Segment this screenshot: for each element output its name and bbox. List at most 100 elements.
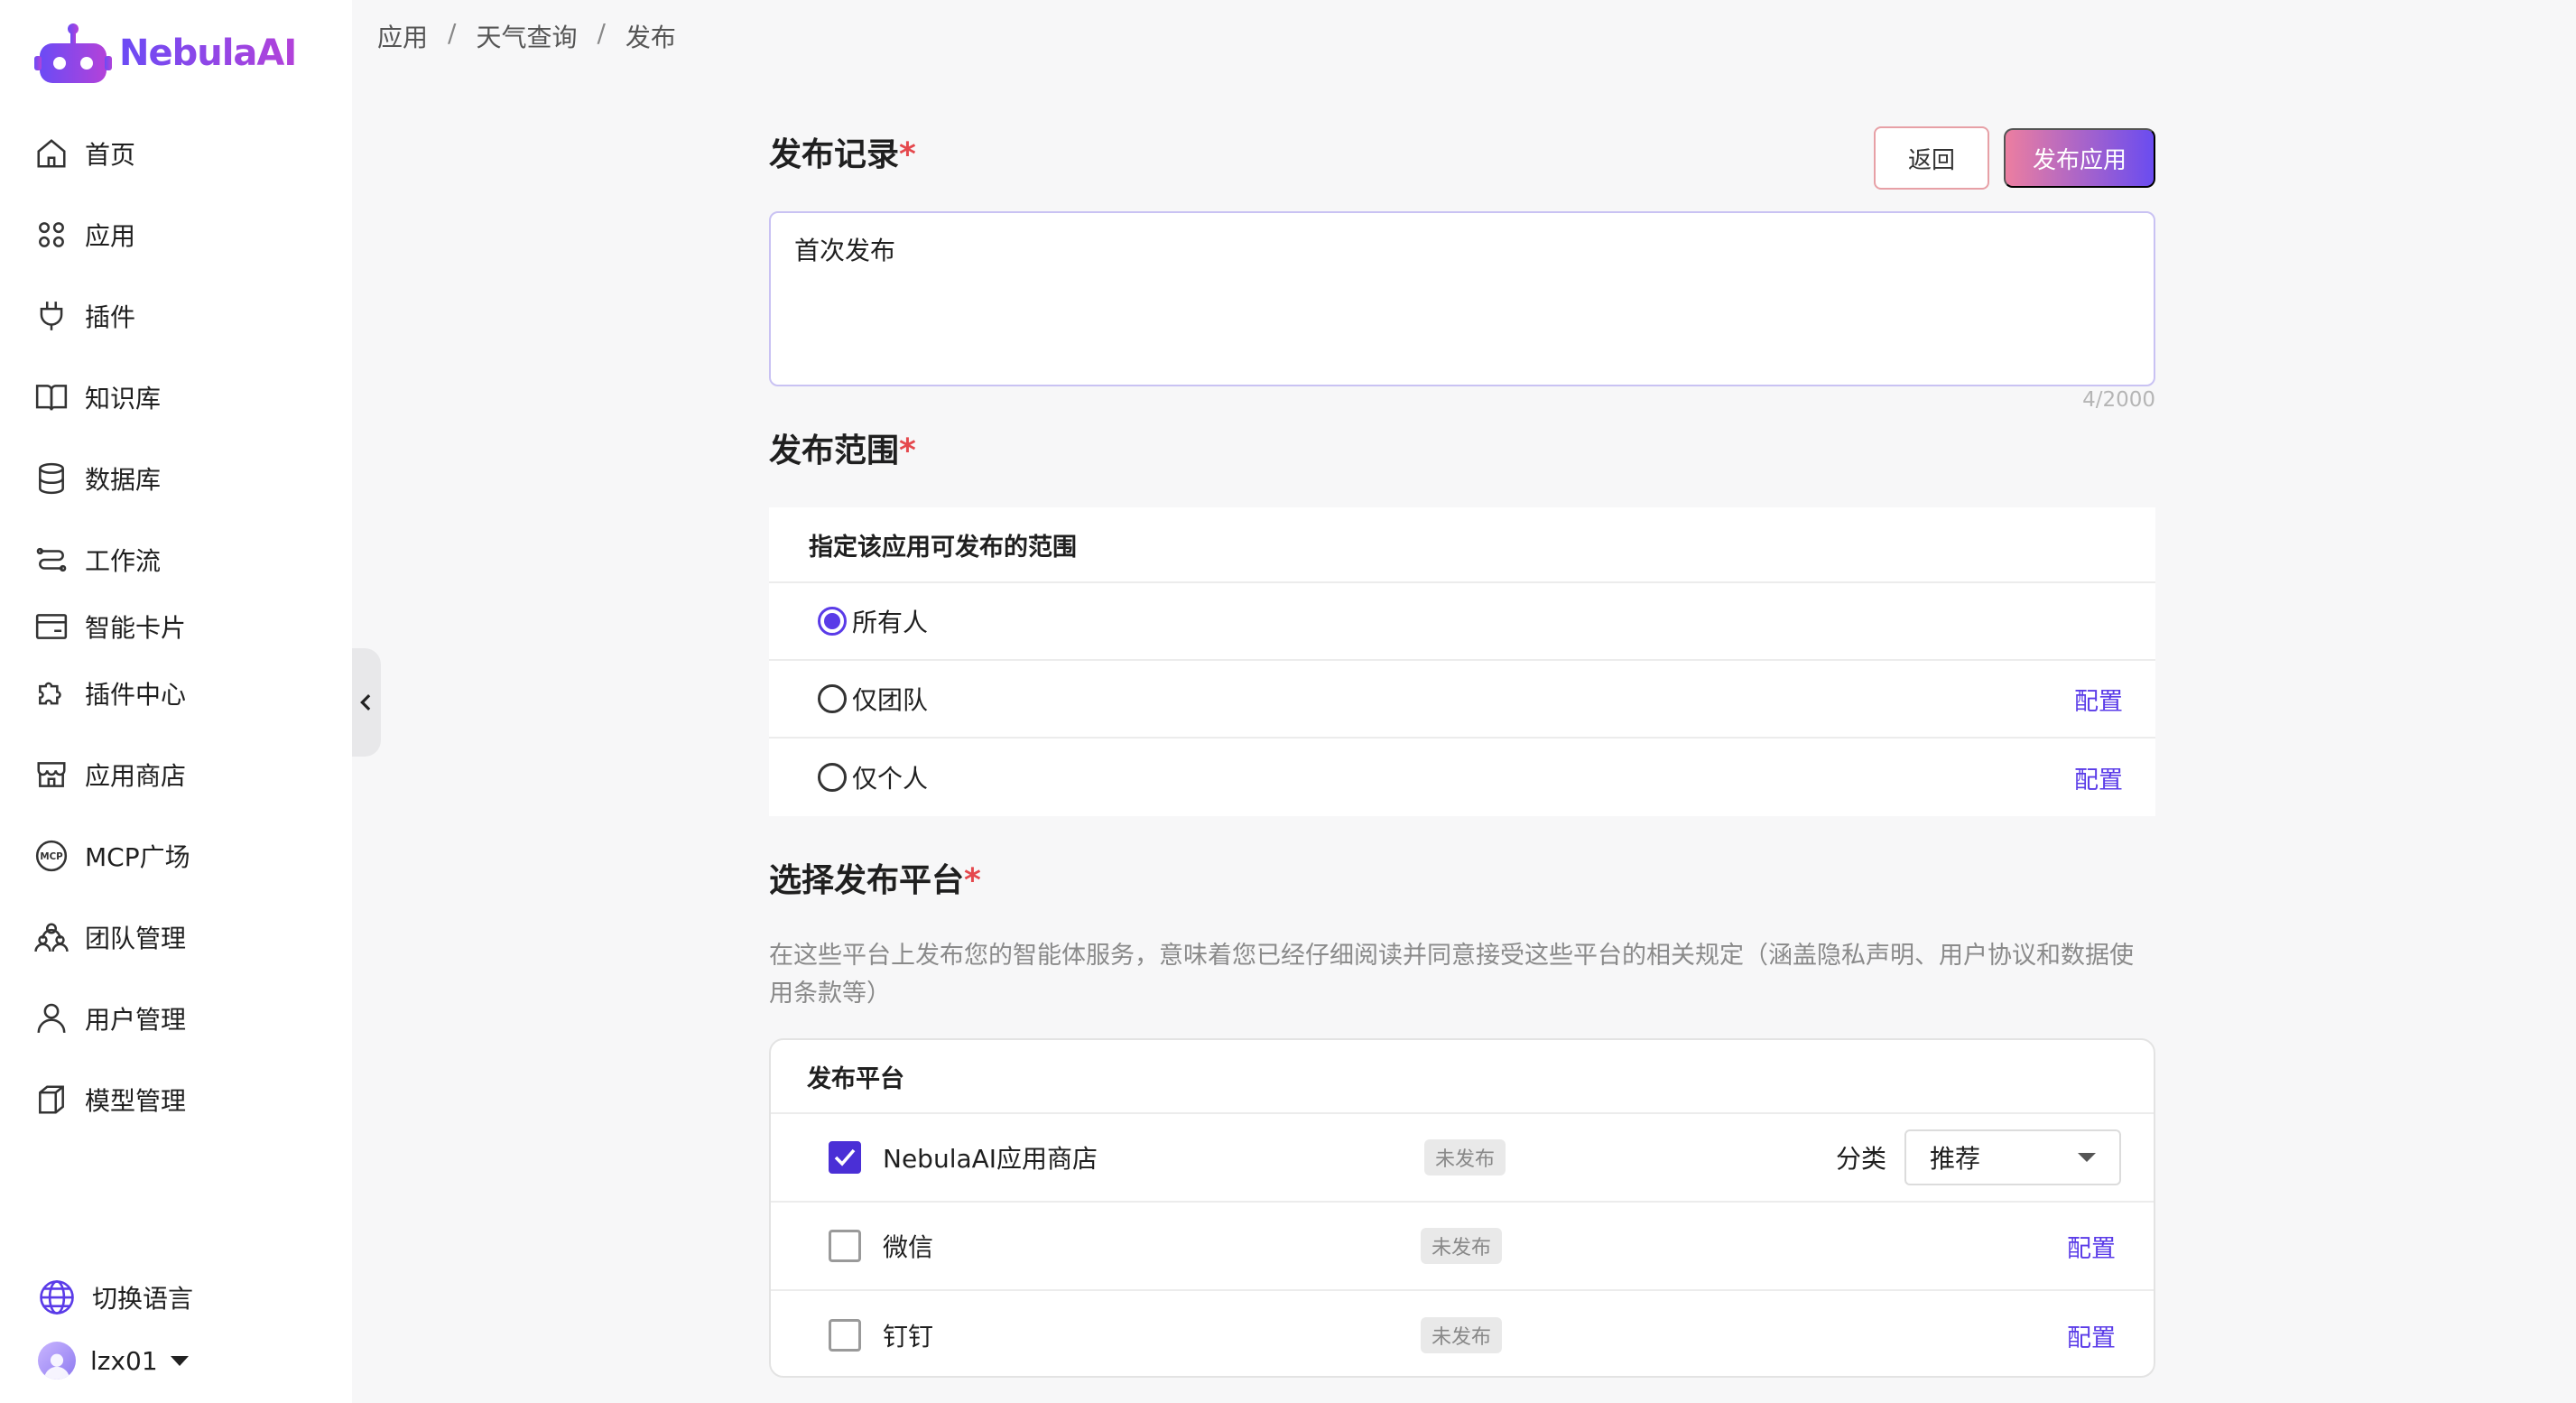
- language-label: 切换语言: [92, 1284, 194, 1314]
- breadcrumb: 应用 / 天气查询 / 发布: [377, 18, 676, 54]
- app-name: NebulaAI: [119, 33, 297, 74]
- caret-down-icon: [2078, 1153, 2096, 1162]
- required-mark: *: [899, 136, 916, 173]
- caret-down-icon: [170, 1355, 189, 1366]
- sidebar-item-label: 首页: [85, 140, 136, 170]
- category-select[interactable]: 推荐: [1904, 1129, 2121, 1185]
- breadcrumb-apps[interactable]: 应用: [377, 18, 428, 54]
- avatar: [38, 1342, 76, 1380]
- sidebar-item-team[interactable]: 团队管理: [34, 910, 323, 964]
- sidebar: NebulaAI 首页 应用 插件 知识库 数据库 工作流 智能卡片 插件中心 …: [0, 0, 352, 1403]
- check-icon: [834, 1148, 856, 1166]
- sidebar-item-mcp[interactable]: MCP MCP广场: [34, 829, 323, 883]
- scope-option-label: 仅团队: [852, 685, 929, 715]
- personal-config-link[interactable]: 配置: [2074, 760, 2123, 795]
- sidebar-item-smart-card[interactable]: 智能卡片: [34, 599, 323, 654]
- back-button[interactable]: 返回: [1874, 126, 1989, 190]
- scope-section-title: 发布范围*: [769, 424, 916, 471]
- sidebar-item-label: 插件中心: [85, 680, 187, 710]
- card-icon: [35, 614, 68, 639]
- record-title: 发布记录: [769, 136, 900, 173]
- char-counter: 4/2000: [2082, 388, 2155, 412]
- checkbox-checked[interactable]: [829, 1141, 861, 1174]
- platform-row-wechat: 微信 未发布 配置: [771, 1203, 2154, 1291]
- scope-option-label: 仅个人: [852, 764, 929, 794]
- category-label: 分类: [1836, 1144, 1887, 1174]
- apps-grid-icon: [39, 222, 64, 247]
- required-mark: *: [964, 862, 981, 899]
- status-badge: 未发布: [1421, 1317, 1503, 1353]
- radio-unselected[interactable]: [818, 684, 847, 713]
- team-icon: [34, 923, 69, 952]
- sidebar-item-label: 数据库: [85, 465, 162, 495]
- sidebar-item-users[interactable]: 用户管理: [34, 991, 323, 1045]
- platform-row-dingtalk: 钉钉 未发布 配置: [771, 1291, 2154, 1376]
- globe-icon: [40, 1280, 74, 1315]
- scope-option-label: 所有人: [852, 608, 929, 637]
- sidebar-item-app-store[interactable]: 应用商店: [34, 748, 323, 802]
- scope-option-team[interactable]: 仅团队 配置: [769, 661, 2155, 739]
- sidebar-collapse-button[interactable]: [352, 648, 381, 757]
- sidebar-item-label: 团队管理: [85, 924, 187, 953]
- sidebar-item-label: 模型管理: [85, 1086, 187, 1116]
- scope-title: 发布范围: [769, 432, 900, 469]
- checkbox-unchecked[interactable]: [829, 1230, 861, 1262]
- platform-name: NebulaAI应用商店: [883, 1144, 1098, 1174]
- platform-title: 选择发布平台: [769, 862, 965, 899]
- sidebar-item-label: 知识库: [85, 384, 162, 413]
- platform-header: 发布平台: [771, 1040, 2154, 1114]
- logo[interactable]: NebulaAI: [34, 22, 297, 85]
- user-icon: [37, 1003, 66, 1033]
- mcp-icon: MCP: [35, 840, 68, 872]
- radio-selected[interactable]: [818, 607, 847, 636]
- store-icon: [37, 762, 66, 787]
- language-switch[interactable]: 切换语言: [38, 1278, 193, 1316]
- status-badge: 未发布: [1424, 1139, 1506, 1175]
- publish-record-input[interactable]: 首次发布: [769, 211, 2155, 386]
- status-badge: 未发布: [1421, 1228, 1503, 1264]
- sidebar-item-apps[interactable]: 应用: [34, 208, 323, 262]
- user-menu[interactable]: lzx01: [38, 1342, 189, 1380]
- platform-table: 发布平台 NebulaAI应用商店 未发布 分类 推荐 微信 未发布 配置 钉钉…: [769, 1038, 2155, 1378]
- breadcrumb-publish: 发布: [625, 23, 676, 52]
- database-icon: [39, 462, 64, 495]
- scope-option-everyone[interactable]: 所有人: [769, 583, 2155, 661]
- platform-section-title: 选择发布平台*: [769, 854, 981, 901]
- platform-name: 微信: [883, 1232, 934, 1262]
- sidebar-item-knowledge[interactable]: 知识库: [34, 370, 323, 424]
- radio-unselected[interactable]: [818, 763, 847, 792]
- robot-logo-icon: [34, 23, 112, 83]
- sidebar-item-label: 插件: [85, 302, 136, 332]
- scope-option-personal[interactable]: 仅个人 配置: [769, 739, 2155, 816]
- checkbox-unchecked[interactable]: [829, 1319, 861, 1352]
- dingtalk-config-link[interactable]: 配置: [2067, 1318, 2116, 1353]
- puzzle-icon: [39, 682, 61, 705]
- sidebar-item-label: 工作流: [85, 546, 162, 576]
- publish-app-button[interactable]: 发布应用: [2004, 128, 2155, 188]
- breadcrumb-weather[interactable]: 天气查询: [476, 18, 577, 54]
- sidebar-item-plugin-center[interactable]: 插件中心: [34, 666, 323, 720]
- category-selected-value: 推荐: [1930, 1144, 1981, 1174]
- svg-text:MCP: MCP: [40, 851, 63, 862]
- required-mark: *: [899, 432, 916, 469]
- book-icon: [35, 385, 68, 411]
- sidebar-item-label: 应用: [85, 221, 136, 251]
- sidebar-item-database[interactable]: 数据库: [34, 451, 323, 506]
- avatar-person-icon: [43, 1353, 70, 1380]
- sidebar-item-plugins[interactable]: 插件: [34, 289, 323, 343]
- record-section-title: 发布记录*: [769, 128, 916, 175]
- sidebar-item-models[interactable]: 模型管理: [34, 1073, 323, 1127]
- sidebar-item-label: MCP广场: [85, 842, 190, 872]
- platform-name: 钉钉: [883, 1322, 934, 1352]
- sidebar-item-label: 智能卡片: [85, 613, 187, 643]
- home-icon: [37, 139, 66, 168]
- chevron-left-icon: [360, 694, 371, 711]
- platform-row-nebula-store: NebulaAI应用商店 未发布 分类 推荐: [771, 1114, 2154, 1203]
- sidebar-item-home[interactable]: 首页: [34, 126, 323, 181]
- scope-panel: 指定该应用可发布的范围 所有人 仅团队 配置 仅个人 配置: [769, 507, 2155, 816]
- team-config-link[interactable]: 配置: [2074, 682, 2123, 717]
- sidebar-item-workflow[interactable]: 工作流: [34, 533, 323, 587]
- breadcrumb-separator: /: [448, 18, 457, 48]
- wechat-config-link[interactable]: 配置: [2067, 1229, 2116, 1264]
- scope-header: 指定该应用可发布的范围: [769, 507, 2155, 583]
